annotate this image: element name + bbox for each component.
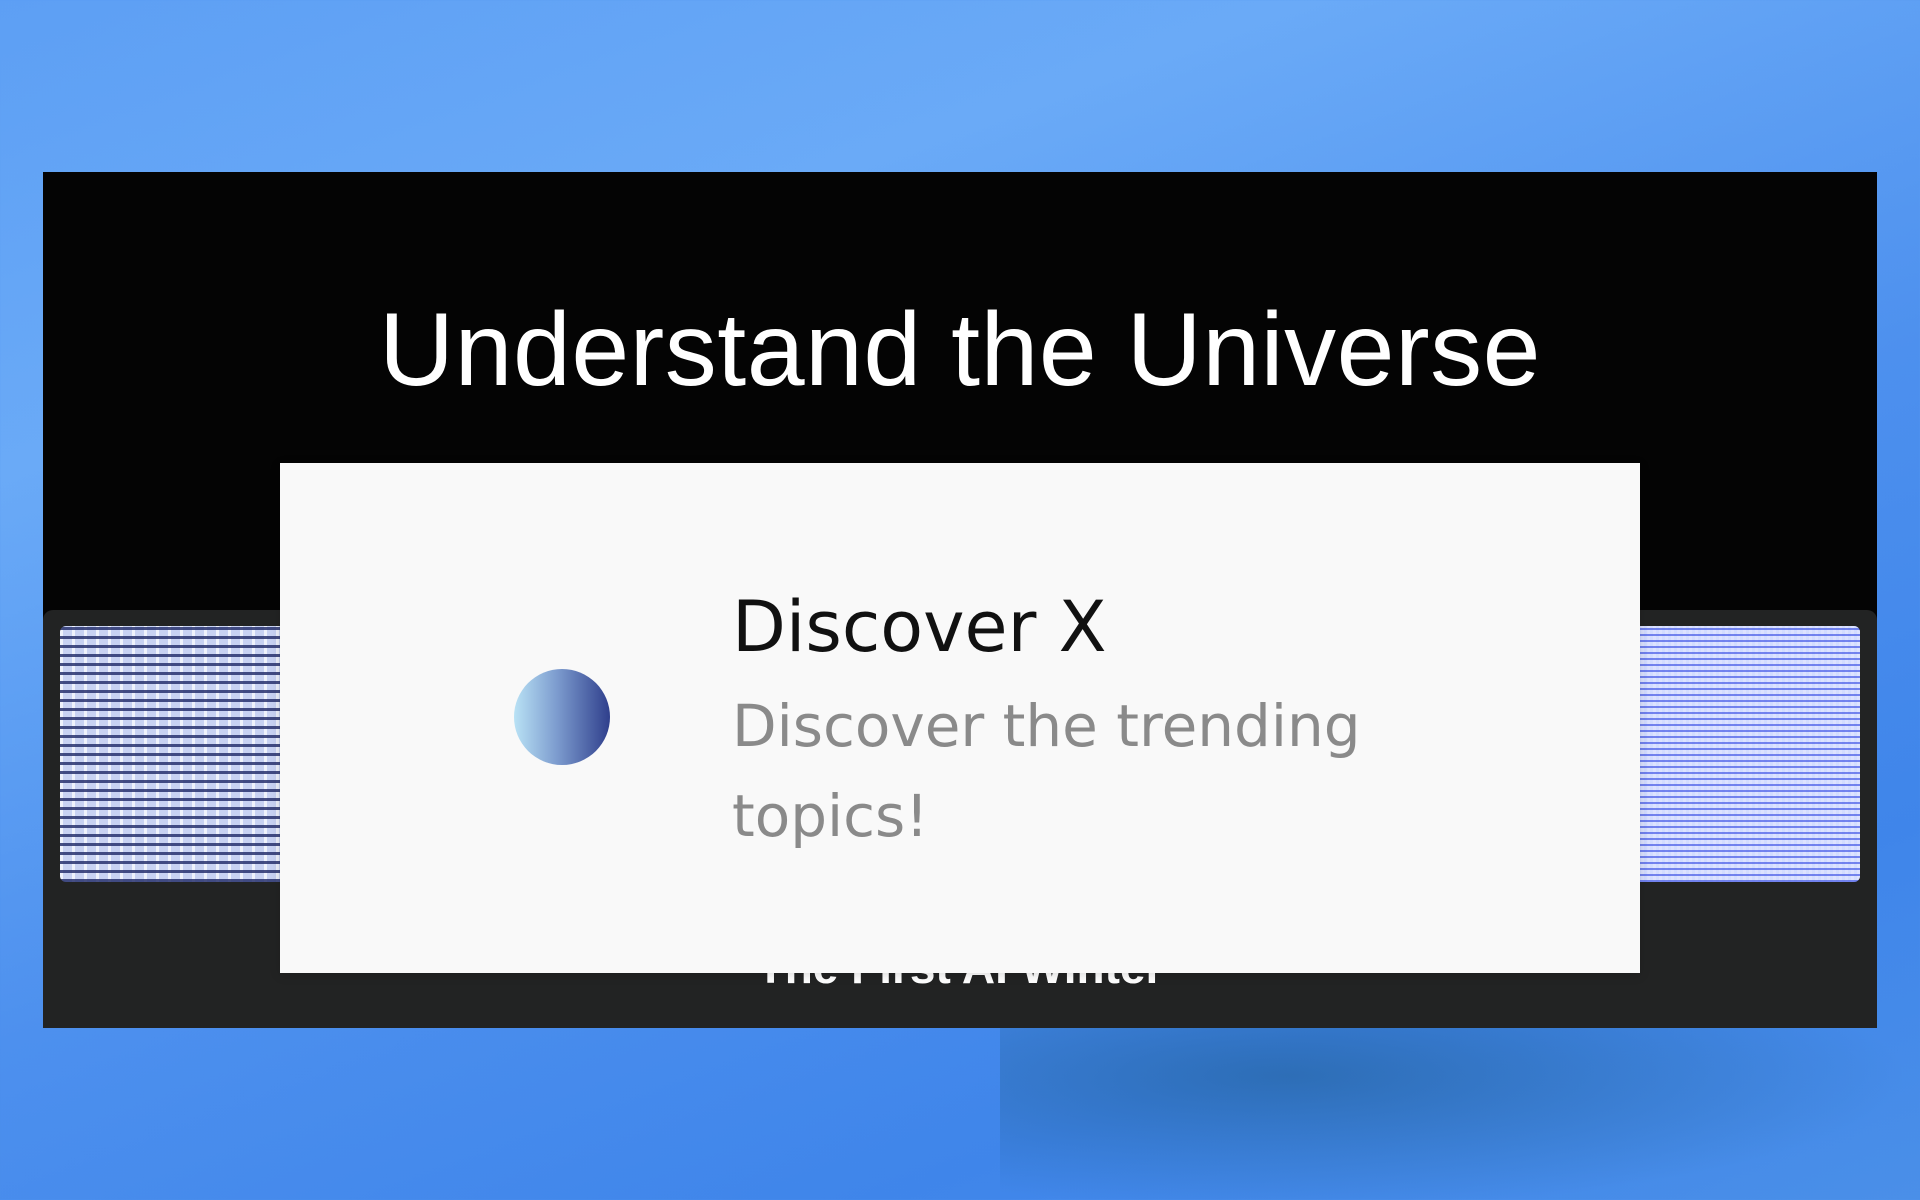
toast-title: Discover X	[732, 586, 1107, 668]
hero-title: Understand the Universe	[379, 292, 1541, 408]
toast-notification[interactable]: Discover X Discover the trending topics!	[280, 463, 1640, 973]
toast-body: Discover the trending topics!	[732, 692, 1361, 850]
discover-app-icon	[514, 669, 610, 765]
